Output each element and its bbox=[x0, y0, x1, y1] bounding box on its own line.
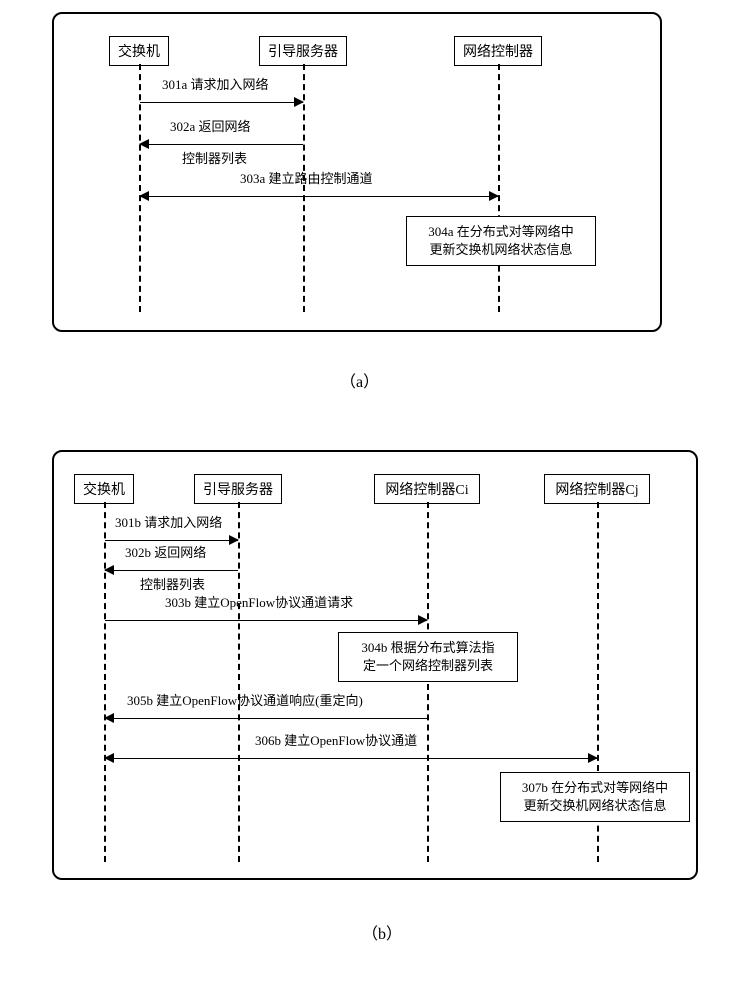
msg-302b-label2: 控制器列表 bbox=[140, 574, 205, 593]
msg-303b: 303b 建立OpenFlow协议通道请求 bbox=[105, 610, 427, 630]
panel-a: 交换机 引导服务器 网络控制器 301a 请求加入网络 302a 返回网络 控制… bbox=[52, 12, 662, 332]
note-307b: 307b 在分布式对等网络中 更新交换机网络状态信息 bbox=[500, 772, 690, 822]
msg-305b-label: 305b 建立OpenFlow协议通道响应(重定向) bbox=[127, 690, 363, 709]
lifeline-boot-server-b bbox=[238, 502, 240, 862]
note-304b-line2: 定一个网络控制器列表 bbox=[347, 657, 509, 675]
msg-302a-label1: 302a 返回网络 bbox=[170, 116, 251, 135]
lifeline-controller-a bbox=[498, 64, 500, 312]
msg-302a-label2: 控制器列表 bbox=[182, 148, 247, 167]
msg-303b-label: 303b 建立OpenFlow协议通道请求 bbox=[165, 592, 353, 611]
msg-306b-label: 306b 建立OpenFlow协议通道 bbox=[255, 730, 417, 749]
actor-switch-b: 交换机 bbox=[74, 474, 134, 504]
note-304b: 304b 根据分布式算法指 定一个网络控制器列表 bbox=[338, 632, 518, 682]
label-a: （a） bbox=[340, 368, 379, 392]
msg-301a-label: 301a 请求加入网络 bbox=[162, 74, 269, 93]
actor-controller-a: 网络控制器 bbox=[454, 36, 542, 66]
msg-302b-label1: 302b 返回网络 bbox=[125, 542, 206, 561]
msg-301a: 301a 请求加入网络 bbox=[140, 92, 303, 112]
lifeline-switch-b bbox=[104, 502, 106, 862]
note-304a: 304a 在分布式对等网络中 更新交换机网络状态信息 bbox=[406, 216, 596, 266]
actor-boot-server-b: 引导服务器 bbox=[194, 474, 282, 504]
msg-305b: 305b 建立OpenFlow协议通道响应(重定向) bbox=[105, 708, 427, 728]
msg-302a: 302a 返回网络 控制器列表 bbox=[140, 134, 303, 154]
note-304b-line1: 304b 根据分布式算法指 bbox=[347, 639, 509, 657]
actor-controller-cj: 网络控制器Cj bbox=[544, 474, 650, 504]
panel-b: 交换机 引导服务器 网络控制器Ci 网络控制器Cj 301b 请求加入网络 30… bbox=[52, 450, 698, 880]
note-307b-line2: 更新交换机网络状态信息 bbox=[509, 797, 681, 815]
note-304a-line1: 304a 在分布式对等网络中 bbox=[415, 223, 587, 241]
actor-switch-a: 交换机 bbox=[109, 36, 169, 66]
msg-302b: 302b 返回网络 控制器列表 bbox=[105, 560, 238, 580]
actor-controller-ci: 网络控制器Ci bbox=[374, 474, 480, 504]
note-304a-line2: 更新交换机网络状态信息 bbox=[415, 241, 587, 259]
note-307b-line1: 307b 在分布式对等网络中 bbox=[509, 779, 681, 797]
actor-boot-server-a: 引导服务器 bbox=[259, 36, 347, 66]
msg-306b: 306b 建立OpenFlow协议通道 bbox=[105, 748, 597, 768]
label-b: （b） bbox=[362, 920, 402, 944]
msg-303a-label: 303a 建立路由控制通道 bbox=[240, 168, 373, 187]
msg-303a: 303a 建立路由控制通道 bbox=[140, 186, 498, 206]
msg-301b-label: 301b 请求加入网络 bbox=[115, 512, 222, 531]
